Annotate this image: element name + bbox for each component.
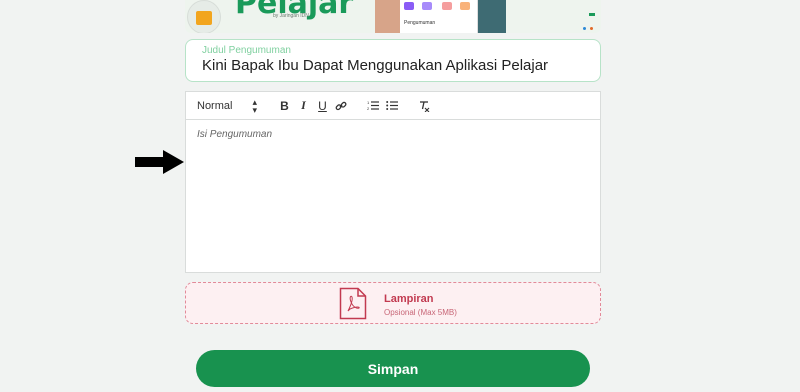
banner-hand-image-2 <box>478 0 506 33</box>
banner-subtitle: by Jaringan IDN <box>273 13 309 19</box>
pdf-file-icon <box>339 287 367 320</box>
clear-format-icon[interactable] <box>415 100 434 112</box>
pointer-arrow-icon <box>135 150 184 174</box>
italic-button[interactable]: I <box>294 98 313 113</box>
link-icon[interactable] <box>332 100 351 112</box>
banner-flag-icon <box>589 13 595 16</box>
ordered-list-icon[interactable]: 12 <box>364 100 383 111</box>
svg-text:2: 2 <box>367 106 370 111</box>
underline-button[interactable]: U <box>313 99 332 113</box>
banner-dots <box>583 27 593 30</box>
editor-body[interactable]: Isi Pengumuman <box>186 120 600 149</box>
title-field-label: Judul Pengumuman <box>202 45 291 56</box>
bold-button[interactable]: B <box>275 99 294 113</box>
save-button[interactable]: Simpan <box>196 350 590 387</box>
banner-screen-label: Pengumuman <box>404 20 436 26</box>
editor-placeholder: Isi Pengumuman <box>197 129 273 140</box>
rich-text-editor: Normal ▴ ▾ B I U 12 Isi Pengumuman <box>185 91 601 273</box>
title-field-value[interactable]: Kini Bapak Ibu Dapat Menggunakan Aplikas… <box>202 57 548 74</box>
svg-text:1: 1 <box>367 100 370 105</box>
app-logo-icon <box>187 0 221 33</box>
app-banner-image: Pelajar by Jaringan IDN Pengumuman <box>185 0 601 33</box>
banner-hand-image <box>375 0 403 33</box>
format-select[interactable]: Normal ▴ ▾ <box>197 96 257 115</box>
attachment-dropzone[interactable]: Lampiran Opsional (Max 5MB) <box>185 282 601 324</box>
banner-phone-screen: Pengumuman <box>400 0 478 33</box>
attachment-label: Lampiran <box>384 293 434 305</box>
bullet-list-icon[interactable] <box>383 100 402 111</box>
select-arrows-icon: ▴ ▾ <box>252 96 257 115</box>
editor-toolbar: Normal ▴ ▾ B I U 12 <box>186 92 600 120</box>
format-select-value: Normal <box>197 99 233 112</box>
title-field[interactable]: Judul Pengumuman Kini Bapak Ibu Dapat Me… <box>185 39 601 82</box>
attachment-hint: Opsional (Max 5MB) <box>384 308 457 317</box>
